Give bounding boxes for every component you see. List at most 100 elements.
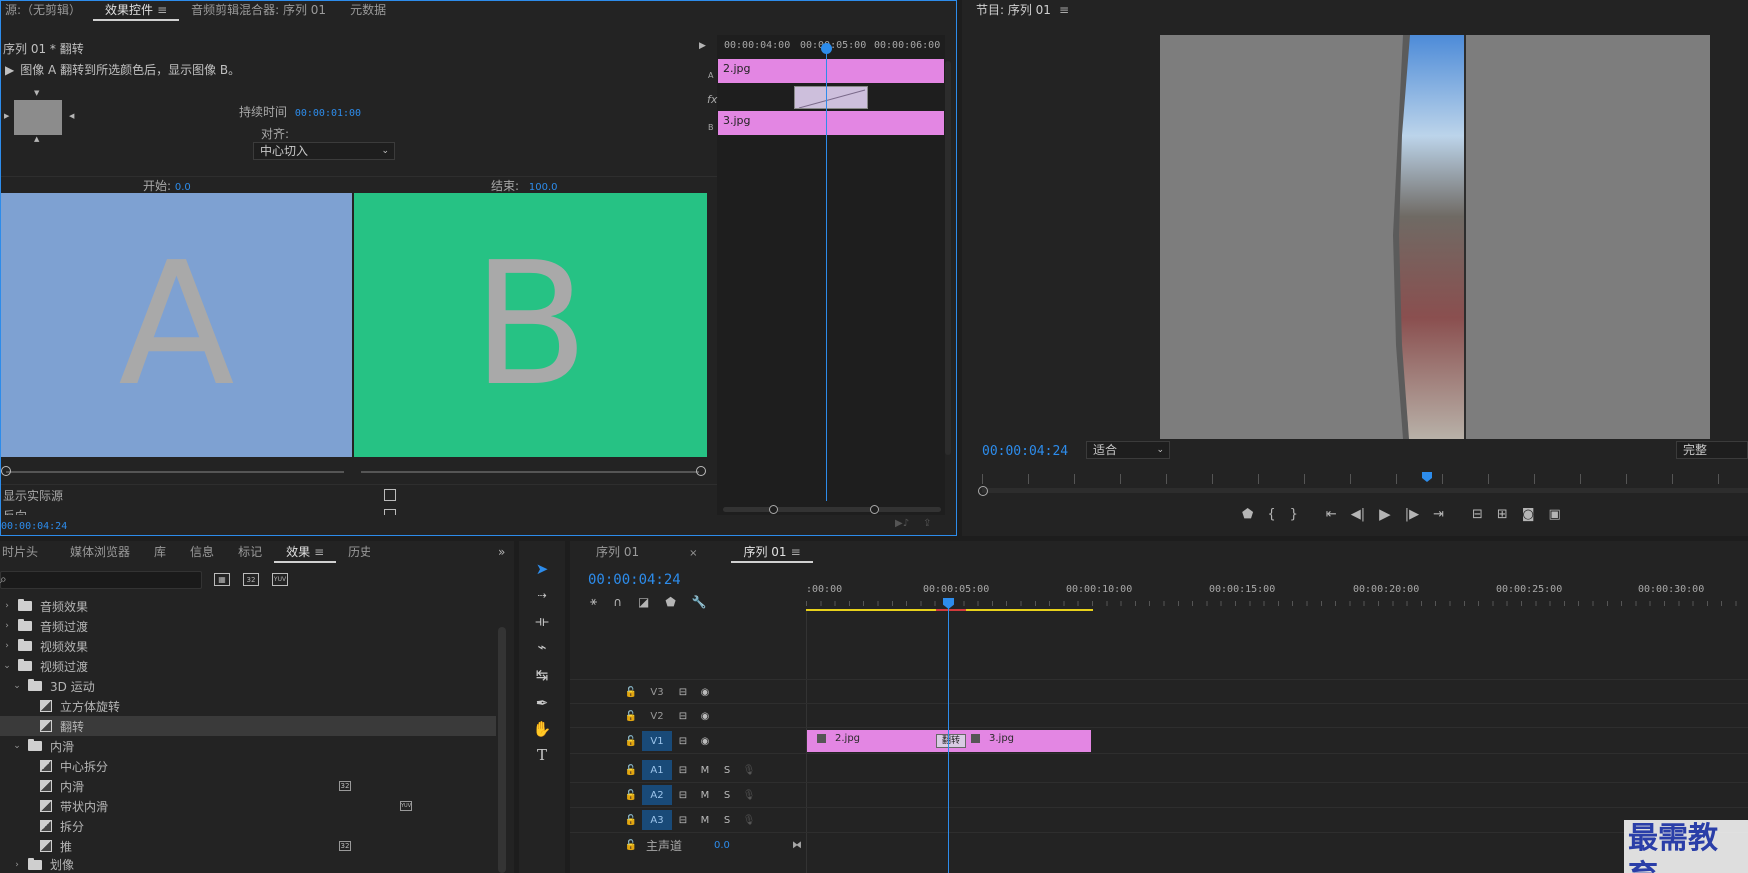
- timeline-transition[interactable]: 翻转: [936, 734, 966, 748]
- program-scrub-ruler[interactable]: [982, 474, 1748, 484]
- go-to-in-icon[interactable]: ⇤: [1326, 507, 1337, 522]
- eye-icon[interactable]: ◉: [694, 682, 716, 702]
- mini-scroll-handle-left[interactable]: [769, 505, 778, 514]
- panel-menu-icon[interactable]: ≡: [157, 1, 167, 19]
- panel-menu-icon[interactable]: ≡: [314, 543, 324, 561]
- tree-item-iris[interactable]: › 划像: [0, 856, 74, 873]
- chevron-down-icon[interactable]: ⌄: [10, 681, 24, 691]
- play-icon[interactable]: ▶: [1379, 505, 1391, 523]
- program-scrub-track[interactable]: [982, 488, 1748, 493]
- chevron-right-icon[interactable]: ›: [0, 601, 14, 611]
- mute-button[interactable]: M: [694, 760, 716, 780]
- tab-sequence-01-b[interactable]: 序列 01 ≡: [731, 543, 813, 563]
- thumb-arrow-down-icon[interactable]: ▲: [34, 135, 39, 143]
- ripple-edit-tool-icon[interactable]: ⟛: [524, 610, 560, 632]
- sync-lock-icon[interactable]: ⊟: [672, 785, 694, 805]
- eye-icon[interactable]: ◉: [694, 706, 716, 726]
- reverse-checkbox[interactable]: [384, 509, 396, 515]
- lock-icon[interactable]: 🔓: [620, 785, 642, 805]
- selection-tool-icon[interactable]: ➤: [524, 558, 560, 580]
- tab-info[interactable]: 信息: [178, 543, 226, 563]
- duration-value[interactable]: 00:00:01:00: [295, 108, 361, 119]
- tree-item-slide-folder[interactable]: ⌄ 内滑: [0, 736, 74, 756]
- chevron-down-icon[interactable]: ⌄: [10, 741, 24, 751]
- track-label-a2[interactable]: A2: [642, 785, 672, 805]
- tab-effects[interactable]: 效果 ≡: [274, 543, 337, 563]
- tree-item-push[interactable]: 推: [0, 836, 72, 856]
- mic-icon[interactable]: 🎙: [738, 785, 760, 805]
- transition-thumbnail[interactable]: [14, 100, 62, 135]
- chevron-right-icon[interactable]: ›: [0, 641, 14, 651]
- end-slider[interactable]: [361, 471, 699, 473]
- track-select-tool-icon[interactable]: ⇢: [524, 584, 560, 606]
- mini-vscrollbar[interactable]: [945, 61, 951, 455]
- tab-effect-controls[interactable]: 效果控件 ≡: [93, 1, 180, 21]
- master-end-icon[interactable]: ⧓: [792, 840, 802, 851]
- tree-item-flip[interactable]: 翻转: [0, 716, 496, 736]
- tab-markers[interactable]: 标记: [226, 543, 274, 563]
- mute-button[interactable]: M: [694, 785, 716, 805]
- panel-menu-icon[interactable]: ≡: [791, 543, 801, 561]
- tab-project[interactable]: 时片头: [0, 543, 50, 563]
- thumb-arrow-right-icon[interactable]: ◀: [69, 112, 74, 120]
- track-label-v3[interactable]: V3: [642, 682, 672, 702]
- mini-scrollbar[interactable]: [723, 507, 941, 512]
- start-value[interactable]: 0.0: [175, 182, 191, 193]
- mark-in-icon[interactable]: {: [1267, 507, 1275, 522]
- timeline-playhead[interactable]: [948, 603, 949, 873]
- tree-item-video-effects[interactable]: › 视频效果: [0, 636, 88, 656]
- thumb-arrow-up-icon[interactable]: ▼: [34, 89, 39, 97]
- play-audio-icon[interactable]: ▶♪: [895, 518, 909, 529]
- lock-icon[interactable]: 🔓: [620, 706, 642, 726]
- export-frame-camera-icon[interactable]: ◙: [1522, 507, 1535, 522]
- tree-item-band-slide[interactable]: 带状内滑: [0, 796, 108, 816]
- tab-libraries[interactable]: 库: [142, 543, 178, 563]
- step-back-icon[interactable]: ◀|: [1351, 507, 1365, 522]
- close-icon[interactable]: ×: [689, 548, 697, 559]
- mic-icon[interactable]: 🎙: [738, 810, 760, 830]
- solo-button[interactable]: S: [716, 785, 738, 805]
- fit-dropdown[interactable]: 适合 ⌄: [1086, 441, 1170, 459]
- compare-view-icon[interactable]: ▣: [1548, 507, 1560, 522]
- thumb-arrow-left-icon[interactable]: ▶: [4, 112, 9, 120]
- track-label-v2[interactable]: V2: [642, 706, 672, 726]
- pen-tool-icon[interactable]: ✒: [524, 692, 560, 714]
- quality-dropdown[interactable]: 完整: [1676, 441, 1748, 459]
- program-timecode[interactable]: 00:00:04:24: [982, 444, 1068, 459]
- tree-item-audio-effects[interactable]: › 音频效果: [0, 596, 88, 616]
- snap-nest-icon[interactable]: ⚹: [590, 594, 597, 609]
- lift-icon[interactable]: ⊟: [1472, 507, 1483, 522]
- tree-item-audio-transitions[interactable]: › 音频过渡: [0, 616, 88, 636]
- panel-menu-icon[interactable]: ≡: [1059, 3, 1069, 17]
- tree-item-slide[interactable]: 内滑: [0, 776, 84, 796]
- effect-controls-timecode[interactable]: 00:00:04:24: [1, 521, 67, 532]
- tree-item-3d-motion[interactable]: ⌄ 3D 运动: [0, 676, 95, 696]
- tab-audio-clip-mixer[interactable]: 音频剪辑混合器: 序列 01: [179, 1, 338, 21]
- hand-tool-icon[interactable]: ✋: [524, 718, 560, 740]
- mute-button[interactable]: M: [694, 810, 716, 830]
- mini-scroll-handle-right[interactable]: [870, 505, 879, 514]
- play-transition-icon[interactable]: ▶: [5, 63, 14, 77]
- wrench-icon[interactable]: 🔧: [692, 594, 707, 609]
- track-label-v1[interactable]: V1: [642, 731, 672, 751]
- start-slider-handle[interactable]: [1, 466, 11, 476]
- linked-selection-icon[interactable]: ◪: [638, 594, 649, 609]
- chevron-right-icon[interactable]: ›: [10, 860, 24, 870]
- sync-lock-icon[interactable]: ⊟: [672, 810, 694, 830]
- lock-icon[interactable]: 🔓: [620, 682, 642, 702]
- slip-tool-icon[interactable]: ↹: [524, 664, 560, 686]
- solo-button[interactable]: S: [716, 810, 738, 830]
- program-scrub-start-handle[interactable]: [978, 486, 988, 496]
- mini-transition[interactable]: [794, 86, 868, 109]
- extract-icon[interactable]: ⊞: [1497, 507, 1508, 522]
- more-tabs-icon[interactable]: »: [498, 545, 505, 559]
- tree-item-split[interactable]: 拆分: [0, 816, 84, 836]
- add-marker-icon[interactable]: ⬟: [665, 594, 675, 609]
- tab-history[interactable]: 历史: [336, 543, 370, 563]
- lock-icon[interactable]: 🔓: [620, 731, 642, 751]
- track-label-a3[interactable]: A3: [642, 810, 672, 830]
- lock-icon[interactable]: 🔓: [620, 835, 642, 855]
- mini-playhead[interactable]: [826, 49, 827, 501]
- razor-tool-icon[interactable]: ⌁: [524, 636, 560, 658]
- eye-icon[interactable]: ◉: [694, 731, 716, 751]
